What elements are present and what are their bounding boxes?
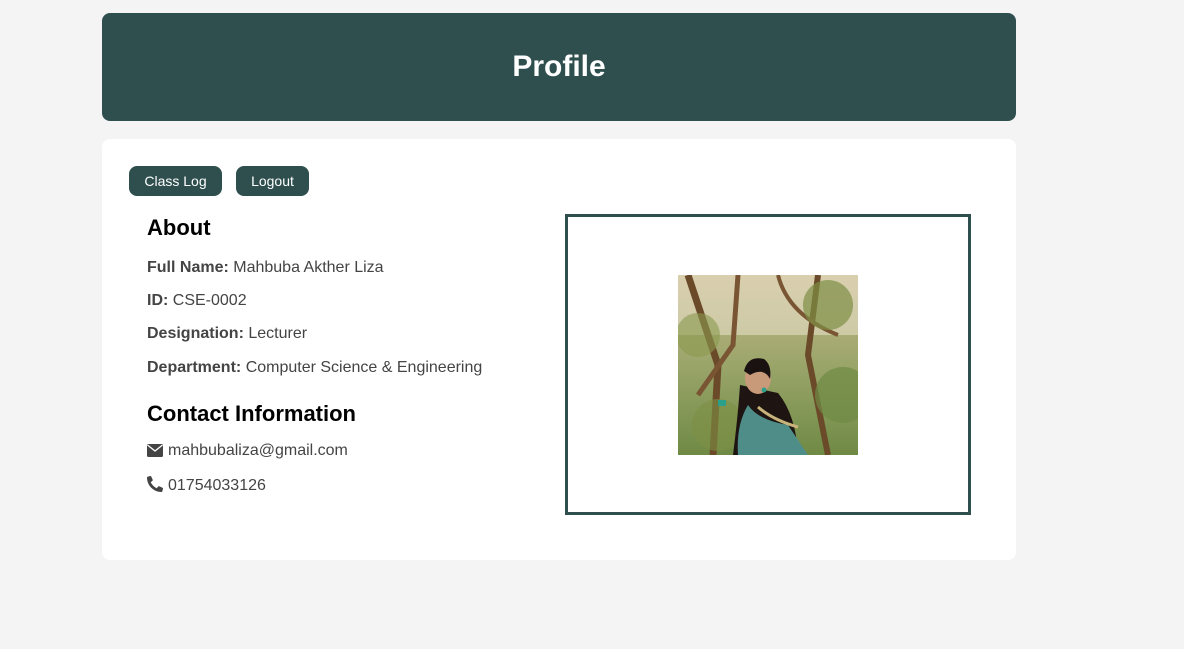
id-label: ID: xyxy=(147,292,169,309)
class-log-button[interactable]: Class Log xyxy=(129,166,222,196)
profile-card: Class Log Logout About Full Name: Mahbub… xyxy=(102,139,1016,560)
phone-value: 01754033126 xyxy=(168,477,266,494)
id-row: ID: CSE-0002 xyxy=(147,292,247,310)
designation-row: Designation: Lecturer xyxy=(147,325,307,343)
id-value: CSE-0002 xyxy=(172,292,247,309)
page-header: Profile xyxy=(102,13,1016,121)
contact-heading: Contact Information xyxy=(147,401,356,426)
department-label: Department: xyxy=(147,359,242,376)
full-name-label: Full Name: xyxy=(147,259,229,276)
envelope-icon xyxy=(147,444,163,462)
about-heading: About xyxy=(147,215,211,240)
email-row: mahbubaliza@gmail.com xyxy=(147,442,348,462)
page-title: Profile xyxy=(512,50,606,83)
department-row: Department: Computer Science & Engineeri… xyxy=(147,359,482,377)
profile-photo-frame xyxy=(565,214,971,515)
department-value: Computer Science & Engineering xyxy=(245,359,483,376)
designation-value: Lecturer xyxy=(248,325,308,342)
profile-photo xyxy=(678,275,858,455)
full-name-value: Mahbuba Akther Liza xyxy=(233,259,384,276)
full-name-row: Full Name: Mahbuba Akther Liza xyxy=(147,259,384,277)
about-section: About Full Name: Mahbuba Akther Liza ID:… xyxy=(147,215,547,494)
phone-row: 01754033126 xyxy=(147,475,266,497)
phone-icon xyxy=(147,475,163,497)
logout-button[interactable]: Logout xyxy=(236,166,309,196)
email-value: mahbubaliza@gmail.com xyxy=(168,442,348,459)
designation-label: Designation: xyxy=(147,325,244,342)
